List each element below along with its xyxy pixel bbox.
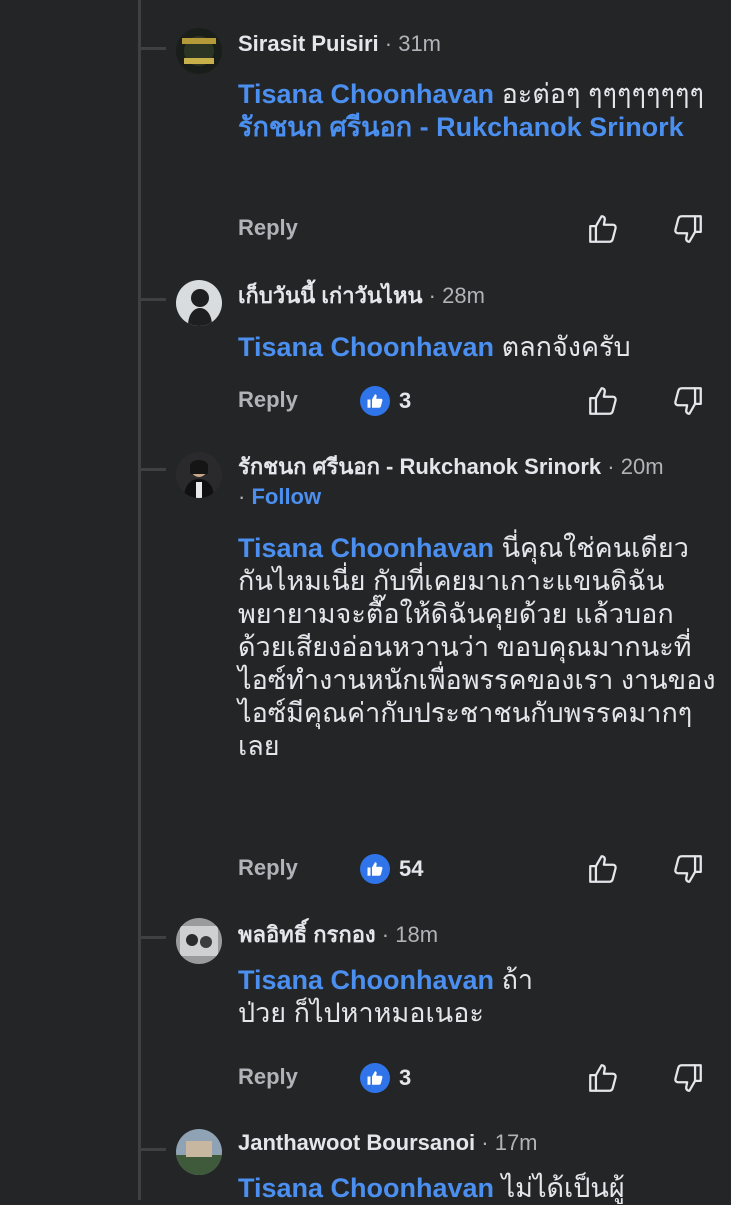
thread-branch	[140, 298, 166, 301]
avatar[interactable]	[176, 918, 222, 964]
timestamp[interactable]: 31m	[398, 31, 441, 56]
comment: พลอิทธิ์ กรกอง · 18m Tisana Choonhavan ถ…	[0, 908, 731, 1118]
comment-actions: Reply	[238, 208, 718, 248]
comment-body: Tisana Choonhavan ตลกจังครับ	[238, 331, 718, 364]
thumbs-down-icon[interactable]	[671, 1061, 705, 1095]
comment-body: Tisana Choonhavan ถ้าป่วย ก็ไปหาหมอเนอะ	[238, 964, 568, 1030]
reaction-count: 3	[399, 388, 412, 413]
comment-header: พลอิทธิ์ กรกอง · 18m	[238, 922, 439, 947]
comment-text: ตลกจังครับ	[494, 332, 631, 362]
like-icon	[360, 854, 390, 884]
mention-link[interactable]: Tisana Choonhavan	[238, 1173, 494, 1203]
comment-text: นี่คุณใช่คนเดียวกันไหมเนี่ย กับที่เคยมาเ…	[238, 533, 716, 761]
thread-branch	[140, 468, 166, 471]
reaction-count: 54	[399, 856, 424, 881]
reply-button[interactable]: Reply	[238, 1057, 298, 1097]
comment: เก็บวันนี้ เก่าวันไหน · 28m Tisana Choon…	[0, 270, 731, 430]
author-name[interactable]: รักชนก ศรีนอก - Rukchanok Srinork	[238, 454, 601, 479]
comment-header: Sirasit Puisiri · 31m	[238, 31, 441, 56]
thumbs-down-icon[interactable]	[671, 852, 705, 886]
thumbs-down-icon[interactable]	[671, 384, 705, 418]
comment-body: Tisana Choonhavan อะต่อๆ ๆๆๆๆๆๆๆๆ รักชนก…	[238, 78, 718, 144]
comment: Sirasit Puisiri · 31m Tisana Choonhavan …	[0, 0, 731, 265]
comment-header: Janthawoot Boursanoi · 17m	[238, 1130, 538, 1155]
thread-branch	[140, 1148, 166, 1151]
mention-link[interactable]: Tisana Choonhavan	[238, 965, 494, 995]
comment-actions: Reply 3	[238, 1057, 718, 1097]
mention-link[interactable]: Tisana Choonhavan	[238, 533, 494, 563]
comment-body: Tisana Choonhavan นี่คุณใช่คนเดียวกันไหม…	[238, 532, 718, 763]
comment-header: เก็บวันนี้ เก่าวันไหน · 28m	[238, 283, 485, 308]
thumbs-up-icon[interactable]	[586, 384, 620, 418]
thumbs-up-icon[interactable]	[586, 1061, 620, 1095]
mention-link[interactable]: รักชนก ศรีนอก - Rukchanok Srinork	[238, 112, 684, 142]
thumbs-up-icon[interactable]	[586, 852, 620, 886]
timestamp[interactable]: 17m	[495, 1130, 538, 1155]
comment: รักชนก ศรีนอก - Rukchanok Srinork · 20m …	[0, 440, 731, 900]
mention-link[interactable]: Tisana Choonhavan	[238, 332, 494, 362]
mention-link[interactable]: Tisana Choonhavan	[238, 79, 494, 109]
reply-button[interactable]: Reply	[238, 380, 298, 420]
author-name[interactable]: Janthawoot Boursanoi	[238, 1130, 475, 1155]
reaction-summary[interactable]: 3	[360, 386, 411, 416]
avatar[interactable]	[176, 452, 222, 498]
timestamp[interactable]: 28m	[442, 283, 485, 308]
author-name[interactable]: Sirasit Puisiri	[238, 31, 379, 56]
reaction-count: 3	[399, 1065, 412, 1090]
avatar[interactable]	[176, 280, 222, 326]
follow-button[interactable]: Follow	[251, 484, 321, 509]
like-icon	[360, 1063, 390, 1093]
comment-actions: Reply 3	[238, 380, 718, 420]
comment-text: ไม่ได้เป็นผู้	[494, 1173, 625, 1203]
thread-branch	[140, 936, 166, 939]
comment-text: อะต่อๆ ๆๆๆๆๆๆๆๆ	[494, 79, 705, 109]
thumbs-down-icon[interactable]	[671, 212, 705, 246]
reply-button[interactable]: Reply	[238, 848, 298, 888]
thread-branch	[140, 47, 166, 50]
comment-body: Tisana Choonhavan ไม่ได้เป็นผู้	[238, 1172, 718, 1205]
thumbs-up-icon[interactable]	[586, 212, 620, 246]
timestamp[interactable]: 20m	[621, 454, 664, 479]
comment-actions: Reply 54	[238, 848, 718, 888]
comment: Janthawoot Boursanoi · 17m Tisana Choonh…	[0, 1120, 731, 1203]
reaction-summary[interactable]: 3	[360, 1063, 411, 1093]
like-icon	[360, 386, 390, 416]
avatar[interactable]	[176, 1129, 222, 1175]
author-name[interactable]: พลอิทธิ์ กรกอง	[238, 922, 376, 947]
reply-button[interactable]: Reply	[238, 208, 298, 248]
author-name[interactable]: เก็บวันนี้ เก่าวันไหน	[238, 283, 423, 308]
reaction-summary[interactable]: 54	[360, 854, 423, 884]
comment-header: รักชนก ศรีนอก - Rukchanok Srinork · 20m …	[238, 454, 664, 509]
avatar[interactable]	[176, 28, 222, 74]
timestamp[interactable]: 18m	[395, 922, 438, 947]
